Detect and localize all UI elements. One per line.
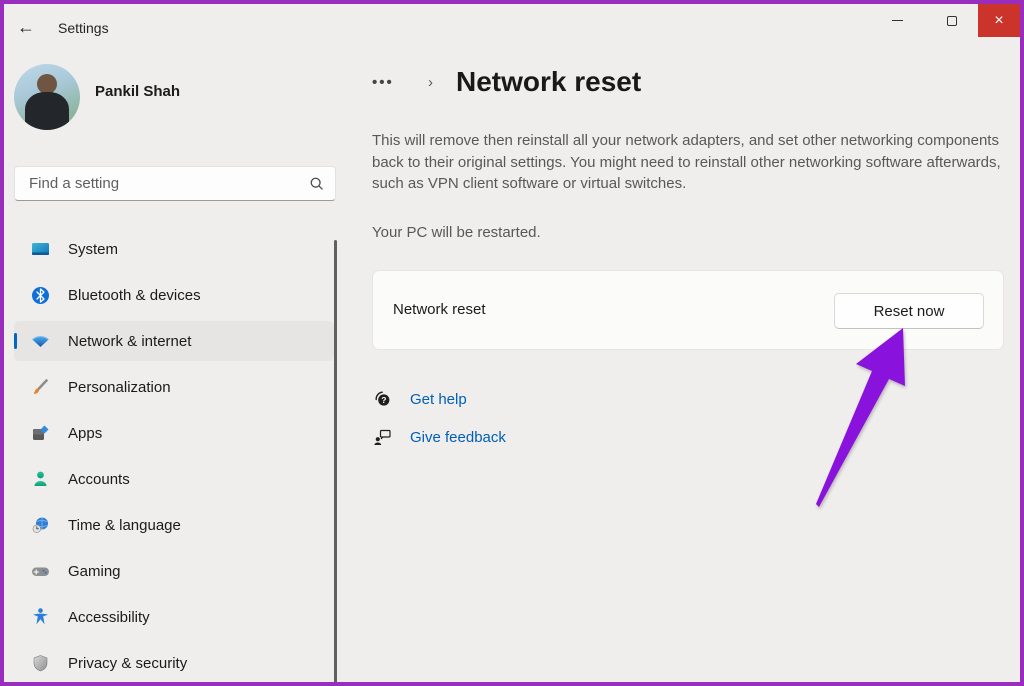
sidebar-item-label: Apps [68, 425, 102, 442]
sidebar-item-label: Privacy & security [68, 655, 187, 672]
get-help-label: Get help [410, 391, 467, 408]
sidebar-item-apps[interactable]: Apps [14, 413, 334, 453]
maximize-button[interactable] [929, 4, 975, 37]
window-title: Settings [58, 20, 109, 36]
back-button[interactable]: ← [12, 15, 40, 39]
titlebar: ← Settings × [0, 0, 1024, 40]
sidebar-item-label: Gaming [68, 563, 121, 580]
accessibility-icon [30, 607, 51, 628]
sidebar-item-personalization[interactable]: Personalization [14, 367, 334, 407]
sidebar-item-accounts[interactable]: Accounts [14, 459, 334, 499]
sidebar-item-gaming[interactable]: Gaming [14, 551, 334, 591]
get-help-link[interactable]: ? Get help [372, 389, 467, 410]
sidebar-item-label: System [68, 241, 118, 258]
give-feedback-label: Give feedback [410, 429, 506, 446]
page-description: This will remove then reinstall all your… [372, 130, 1014, 195]
sidebar-item-accessibility[interactable]: Accessibility [14, 597, 334, 637]
system-icon [30, 239, 51, 260]
svg-text:?: ? [381, 395, 386, 405]
apps-icon [30, 423, 51, 444]
minimize-button[interactable] [874, 4, 920, 37]
sidebar-item-label: Accounts [68, 471, 130, 488]
sidebar-item-time-language[interactable]: Time & language [14, 505, 334, 545]
minimize-icon [892, 20, 903, 21]
maximize-icon [947, 16, 957, 26]
get-help-icon: ? [372, 389, 393, 410]
sidebar-item-label: Accessibility [68, 609, 150, 626]
sidebar-item-label: Bluetooth & devices [68, 287, 201, 304]
sidebar-scrollbar[interactable] [334, 240, 337, 686]
page-title: Network reset [456, 66, 641, 98]
give-feedback-icon [372, 427, 393, 448]
reset-now-button[interactable]: Reset now [834, 293, 984, 329]
search-icon [308, 175, 325, 192]
network-reset-label: Network reset [393, 301, 486, 318]
user-name: Pankil Shah [95, 83, 180, 100]
restart-note: Your PC will be restarted. [372, 224, 541, 241]
sidebar-item-network-internet[interactable]: Network & internet [14, 321, 334, 361]
avatar-shirt [25, 92, 69, 130]
avatar-head [37, 74, 57, 94]
sidebar-item-privacy-security[interactable]: Privacy & security [14, 643, 334, 683]
close-button[interactable]: × [978, 4, 1020, 37]
sidebar-item-label: Personalization [68, 379, 171, 396]
gaming-icon [30, 561, 51, 582]
breadcrumb-chevron-icon: › [428, 74, 433, 91]
search-input[interactable]: Find a setting [14, 166, 336, 201]
settings-window: ← Settings × Pankil Shah Find a setting … [0, 0, 1024, 686]
close-icon: × [994, 13, 1003, 29]
search-placeholder: Find a setting [29, 175, 308, 192]
give-feedback-link[interactable]: Give feedback [372, 427, 506, 448]
breadcrumb-ellipsis[interactable]: ••• [372, 74, 394, 91]
wifi-icon [30, 331, 51, 352]
network-reset-card: Network reset Reset now [372, 270, 1004, 350]
back-arrow-icon: ← [17, 17, 35, 37]
privacy-icon [30, 653, 51, 674]
sidebar-item-label: Time & language [68, 517, 181, 534]
bluetooth-icon [30, 285, 51, 306]
time-language-icon [30, 515, 51, 536]
accounts-icon [30, 469, 51, 490]
sidebar-nav: System Bluetooth & devices Network & int… [14, 229, 334, 686]
sidebar-item-bluetooth[interactable]: Bluetooth & devices [14, 275, 334, 315]
personalization-icon [30, 377, 51, 398]
sidebar-item-label: Network & internet [68, 333, 191, 350]
avatar[interactable] [14, 64, 80, 130]
sidebar-item-system[interactable]: System [14, 229, 334, 269]
